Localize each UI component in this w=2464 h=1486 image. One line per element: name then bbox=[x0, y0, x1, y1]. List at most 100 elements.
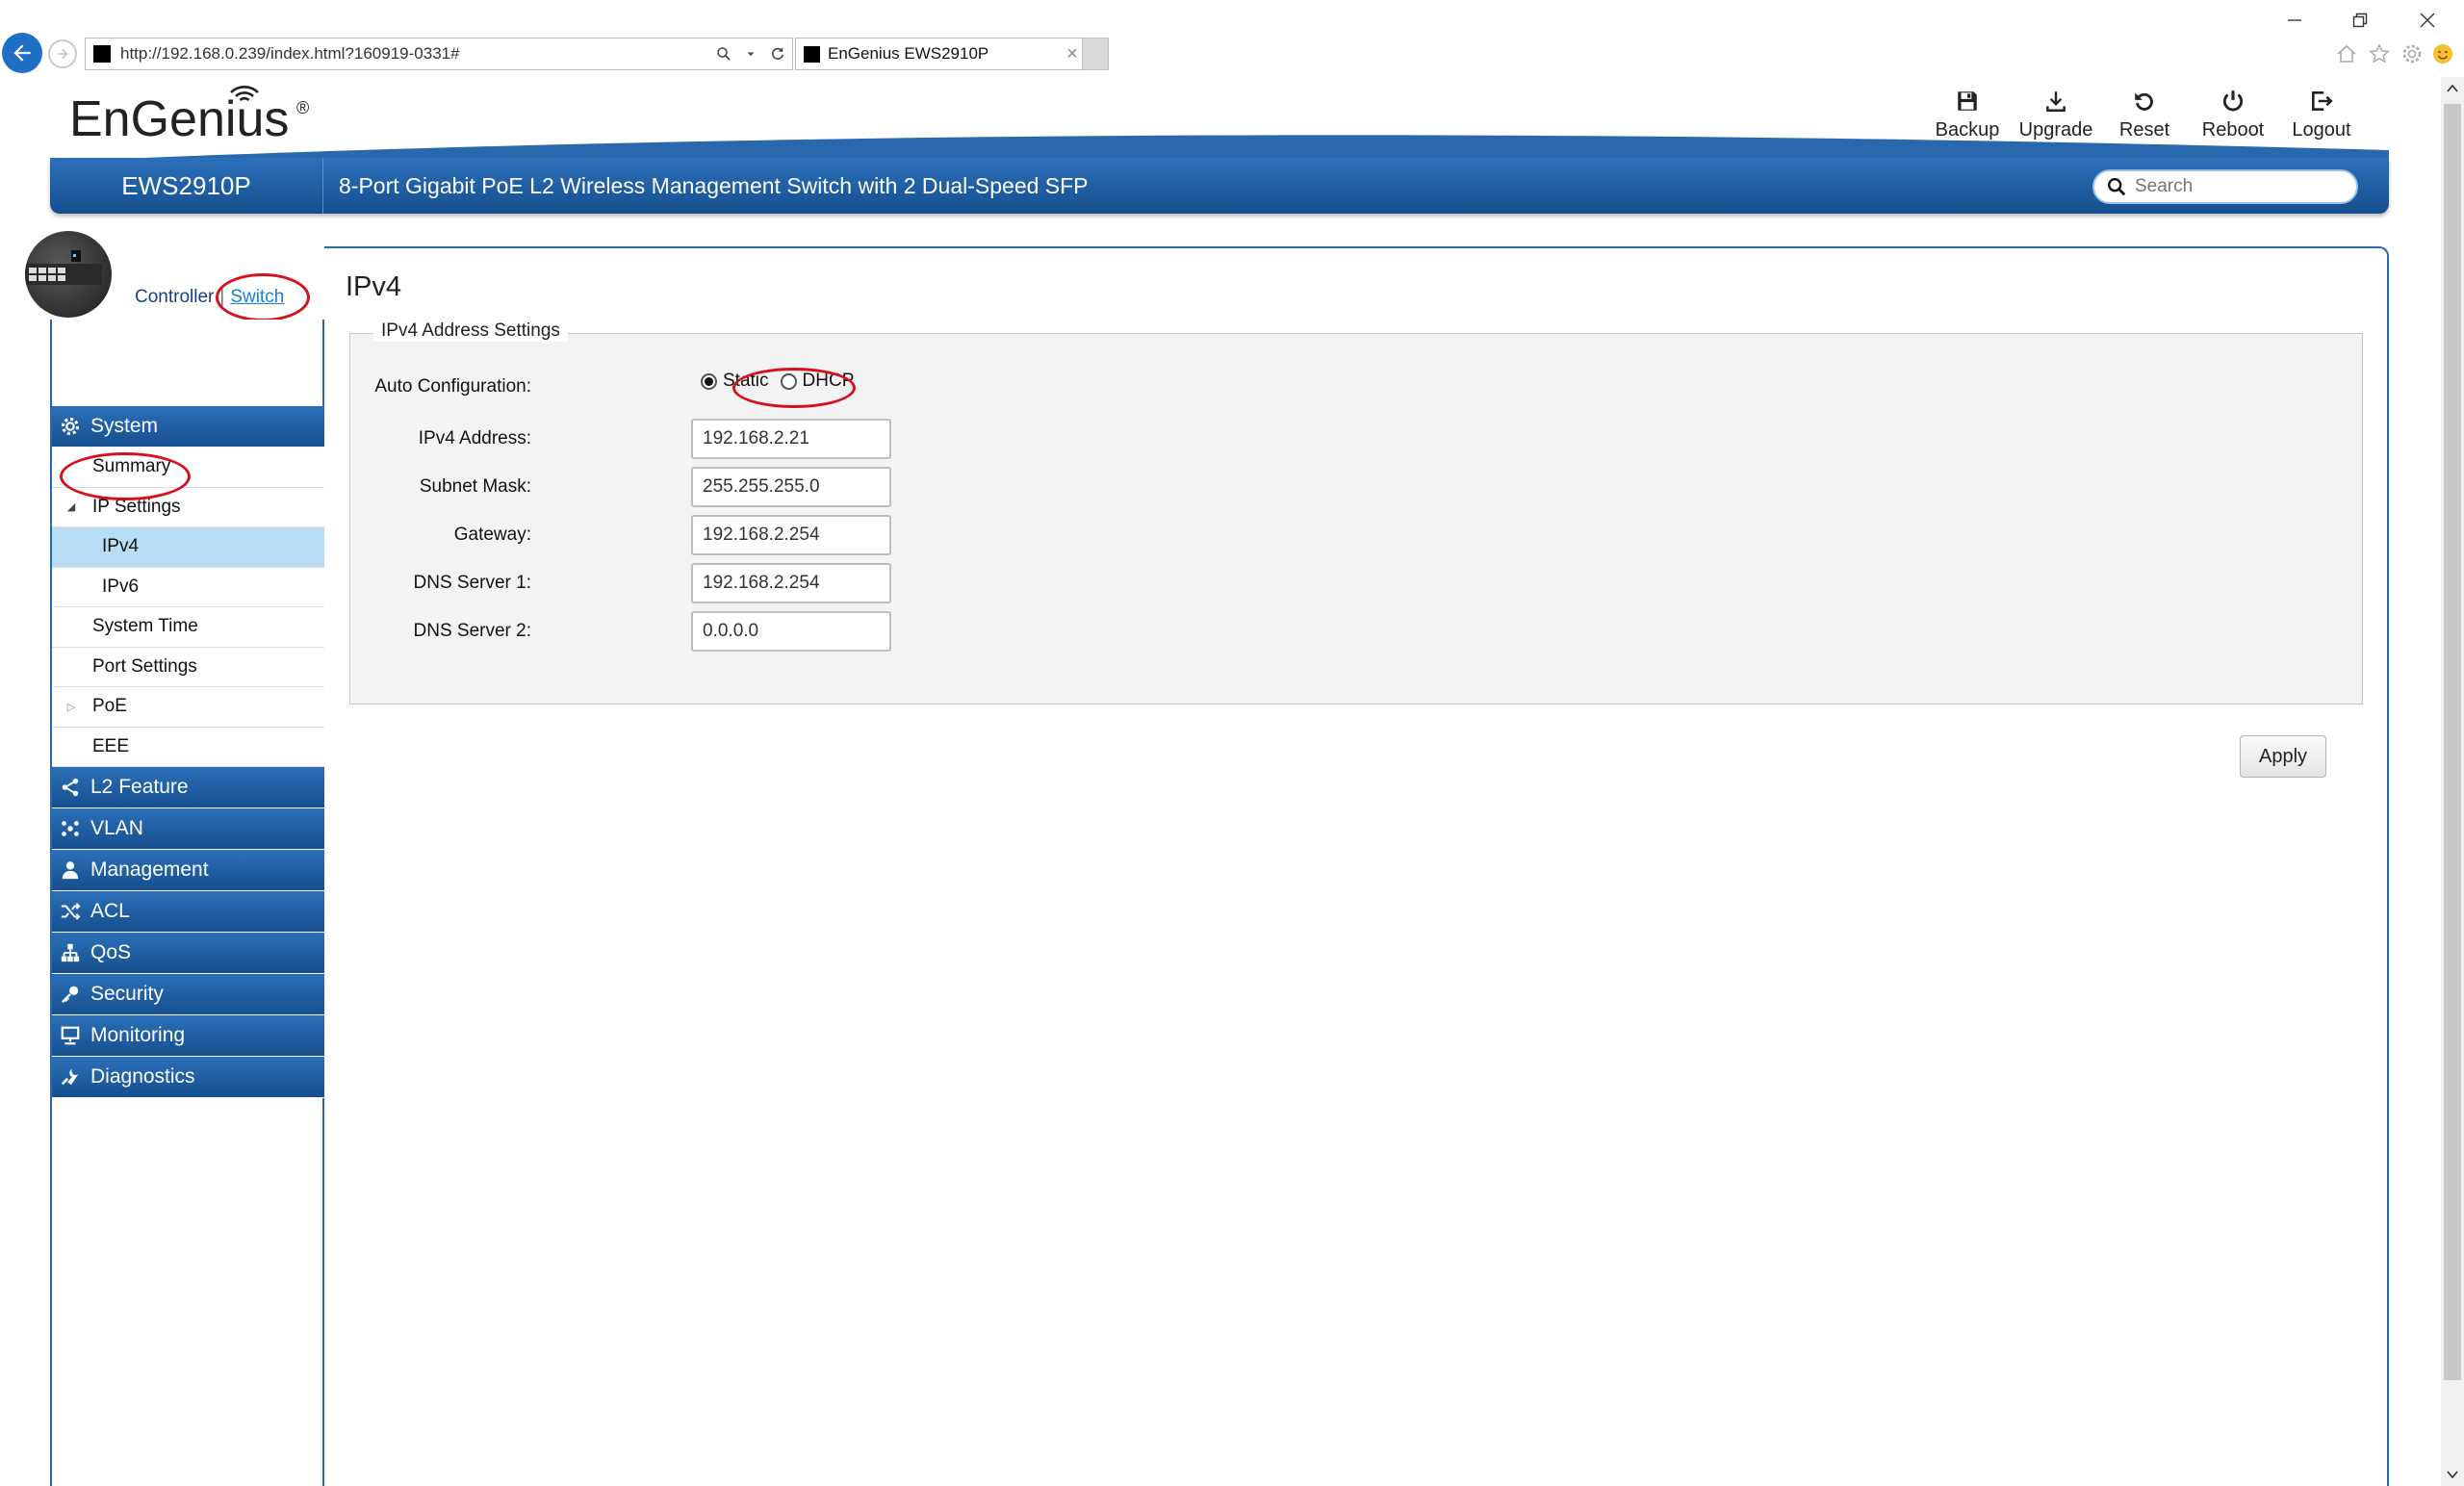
monitor-icon bbox=[58, 1023, 83, 1048]
site-favicon-icon bbox=[93, 45, 111, 63]
dns-server-2-row: DNS Server 2: bbox=[350, 611, 928, 652]
share-icon bbox=[58, 775, 83, 800]
triangle-expanded-icon[interactable]: ◢ bbox=[62, 500, 81, 513]
sidebar-item-ip-settings[interactable]: ◢ IP Settings bbox=[52, 487, 324, 527]
dns-server-1-input[interactable] bbox=[691, 563, 891, 603]
user-icon bbox=[58, 858, 83, 883]
sidebar-item-label: Security bbox=[90, 983, 164, 1005]
settings-gear-icon[interactable] bbox=[2399, 40, 2426, 67]
sidebar-item-management[interactable]: Management bbox=[52, 850, 324, 891]
switch-link[interactable]: Switch bbox=[230, 287, 284, 308]
triangle-collapsed-icon[interactable]: ▷ bbox=[62, 701, 81, 713]
search-box[interactable] bbox=[2092, 169, 2358, 204]
search-icon[interactable] bbox=[711, 41, 736, 66]
auto-config-radios: Static DHCP bbox=[701, 371, 854, 392]
search-input[interactable] bbox=[2135, 176, 2337, 197]
ipv4-address-settings: IPv4 Address Settings Auto Configuration… bbox=[349, 320, 2363, 705]
dns-server-2-input[interactable] bbox=[691, 611, 891, 652]
gateway-input[interactable] bbox=[691, 515, 891, 555]
subnet-mask-row: Subnet Mask: bbox=[350, 467, 928, 507]
key-icon bbox=[58, 982, 83, 1007]
fieldset-legend: IPv4 Address Settings bbox=[373, 320, 568, 342]
browser-tab[interactable]: EnGenius EWS2910P × bbox=[795, 38, 1084, 70]
sidebar-item-poe[interactable]: ▷ PoE bbox=[52, 687, 324, 728]
sidebar-item-system-time[interactable]: System Time bbox=[52, 607, 324, 648]
device-image bbox=[25, 231, 112, 318]
sidebar: System Summary ◢ IP Settings IPv4 IPv6 S… bbox=[50, 320, 324, 1486]
dropdown-arrow-icon[interactable] bbox=[738, 41, 763, 66]
ipv4-address-label: IPv4 Address: bbox=[418, 428, 531, 448]
floppy-disk-icon bbox=[1951, 85, 1984, 117]
close-window-icon[interactable] bbox=[2408, 6, 2447, 35]
sidebar-item-qos[interactable]: QoS bbox=[52, 933, 324, 974]
static-radio[interactable] bbox=[701, 372, 717, 390]
controller-link[interactable]: Controller bbox=[135, 287, 214, 308]
scroll-up-icon[interactable] bbox=[2441, 77, 2464, 100]
sidebar-item-label: Diagnostics bbox=[90, 1065, 195, 1088]
sidebar-item-label: Monitoring bbox=[90, 1024, 186, 1046]
download-icon bbox=[2040, 85, 2072, 117]
arrow-left-icon bbox=[13, 44, 31, 62]
new-tab-button[interactable] bbox=[1082, 38, 1109, 70]
sidebar-item-label: EEE bbox=[92, 735, 130, 756]
sidebar-item-label: L2 Feature bbox=[90, 776, 189, 798]
gateway-label: Gateway: bbox=[453, 525, 531, 545]
address-bar[interactable]: http://192.168.0.239/index.html?160919-0… bbox=[85, 38, 793, 70]
forward-button[interactable] bbox=[48, 39, 77, 68]
sidebar-item-label: QoS bbox=[90, 941, 132, 963]
sidebar-item-ipv6[interactable]: IPv6 bbox=[52, 567, 324, 607]
nav-list: System Summary ◢ IP Settings IPv4 IPv6 S… bbox=[52, 406, 324, 1098]
minimize-icon[interactable] bbox=[2275, 6, 2314, 35]
sidebar-item-label: Port Settings bbox=[92, 655, 197, 677]
reset-arrow-icon bbox=[2128, 85, 2161, 117]
home-icon[interactable] bbox=[2333, 40, 2360, 67]
ipv4-address-input[interactable] bbox=[691, 419, 891, 459]
dhcp-radio[interactable] bbox=[780, 372, 797, 390]
gear-icon bbox=[58, 414, 83, 439]
sidebar-item-label: PoE bbox=[92, 696, 127, 717]
model-name: EWS2910P bbox=[50, 158, 323, 214]
web-page: EnGenius ® Backup Upgrade Reset Reboot L… bbox=[25, 73, 2389, 1486]
smiley-feedback-icon[interactable] bbox=[2429, 40, 2456, 67]
sidebar-item-eee[interactable]: EEE bbox=[52, 727, 324, 767]
sidebar-item-label: System bbox=[90, 415, 159, 437]
logout-icon bbox=[2305, 85, 2338, 117]
sidebar-item-label: ACL bbox=[90, 900, 130, 922]
refresh-icon[interactable] bbox=[765, 41, 790, 66]
vlan-network-icon bbox=[58, 816, 83, 841]
sidebar-item-label: Management bbox=[90, 858, 209, 881]
page-scrollbar[interactable] bbox=[2441, 77, 2464, 1486]
sidebar-item-acl[interactable]: ACL bbox=[52, 891, 324, 933]
static-label[interactable]: Static bbox=[723, 371, 769, 392]
sidebar-item-vlan[interactable]: VLAN bbox=[52, 808, 324, 850]
subnet-mask-input[interactable] bbox=[691, 467, 891, 507]
dhcp-label[interactable]: DHCP bbox=[803, 371, 855, 392]
sidebar-item-label: VLAN bbox=[90, 817, 143, 839]
sidebar-item-ipv4[interactable]: IPv4 bbox=[52, 527, 324, 568]
sidebar-item-label: IPv6 bbox=[102, 576, 140, 597]
sidebar-item-l2-feature[interactable]: L2 Feature bbox=[52, 767, 324, 808]
restore-icon[interactable] bbox=[2341, 6, 2379, 35]
sidebar-item-diagnostics[interactable]: Diagnostics bbox=[52, 1057, 324, 1098]
sidebar-item-label: IPv4 bbox=[102, 536, 140, 557]
address-url[interactable]: http://192.168.0.239/index.html?160919-0… bbox=[120, 44, 711, 64]
sidebar-item-port-settings[interactable]: Port Settings bbox=[52, 647, 324, 687]
sidebar-item-system[interactable]: System bbox=[52, 406, 324, 448]
subnet-mask-label: Subnet Mask: bbox=[419, 476, 531, 497]
gateway-row: Gateway: bbox=[350, 515, 928, 555]
sidebar-item-security[interactable]: Security bbox=[52, 974, 324, 1015]
tab-title: EnGenius EWS2910P bbox=[828, 44, 989, 63]
favorites-star-icon[interactable] bbox=[2366, 40, 2393, 67]
back-button[interactable] bbox=[2, 33, 42, 73]
main-content: IPv4 IPv4 Address Settings Auto Configur… bbox=[324, 246, 2389, 1486]
dns-server-2-label: DNS Server 2: bbox=[413, 621, 531, 641]
sidebar-item-summary[interactable]: Summary bbox=[52, 448, 324, 488]
sidebar-item-monitoring[interactable]: Monitoring bbox=[52, 1015, 324, 1057]
apply-button[interactable]: Apply bbox=[2240, 735, 2326, 778]
tab-close-icon[interactable]: × bbox=[1062, 43, 1083, 65]
scroll-down-icon[interactable] bbox=[2441, 1463, 2464, 1486]
auto-config-label: Auto Configuration: bbox=[374, 376, 531, 397]
scrollbar-thumb[interactable] bbox=[2444, 104, 2461, 1380]
arrow-right-icon bbox=[57, 48, 68, 60]
wrench-icon bbox=[58, 1064, 83, 1089]
